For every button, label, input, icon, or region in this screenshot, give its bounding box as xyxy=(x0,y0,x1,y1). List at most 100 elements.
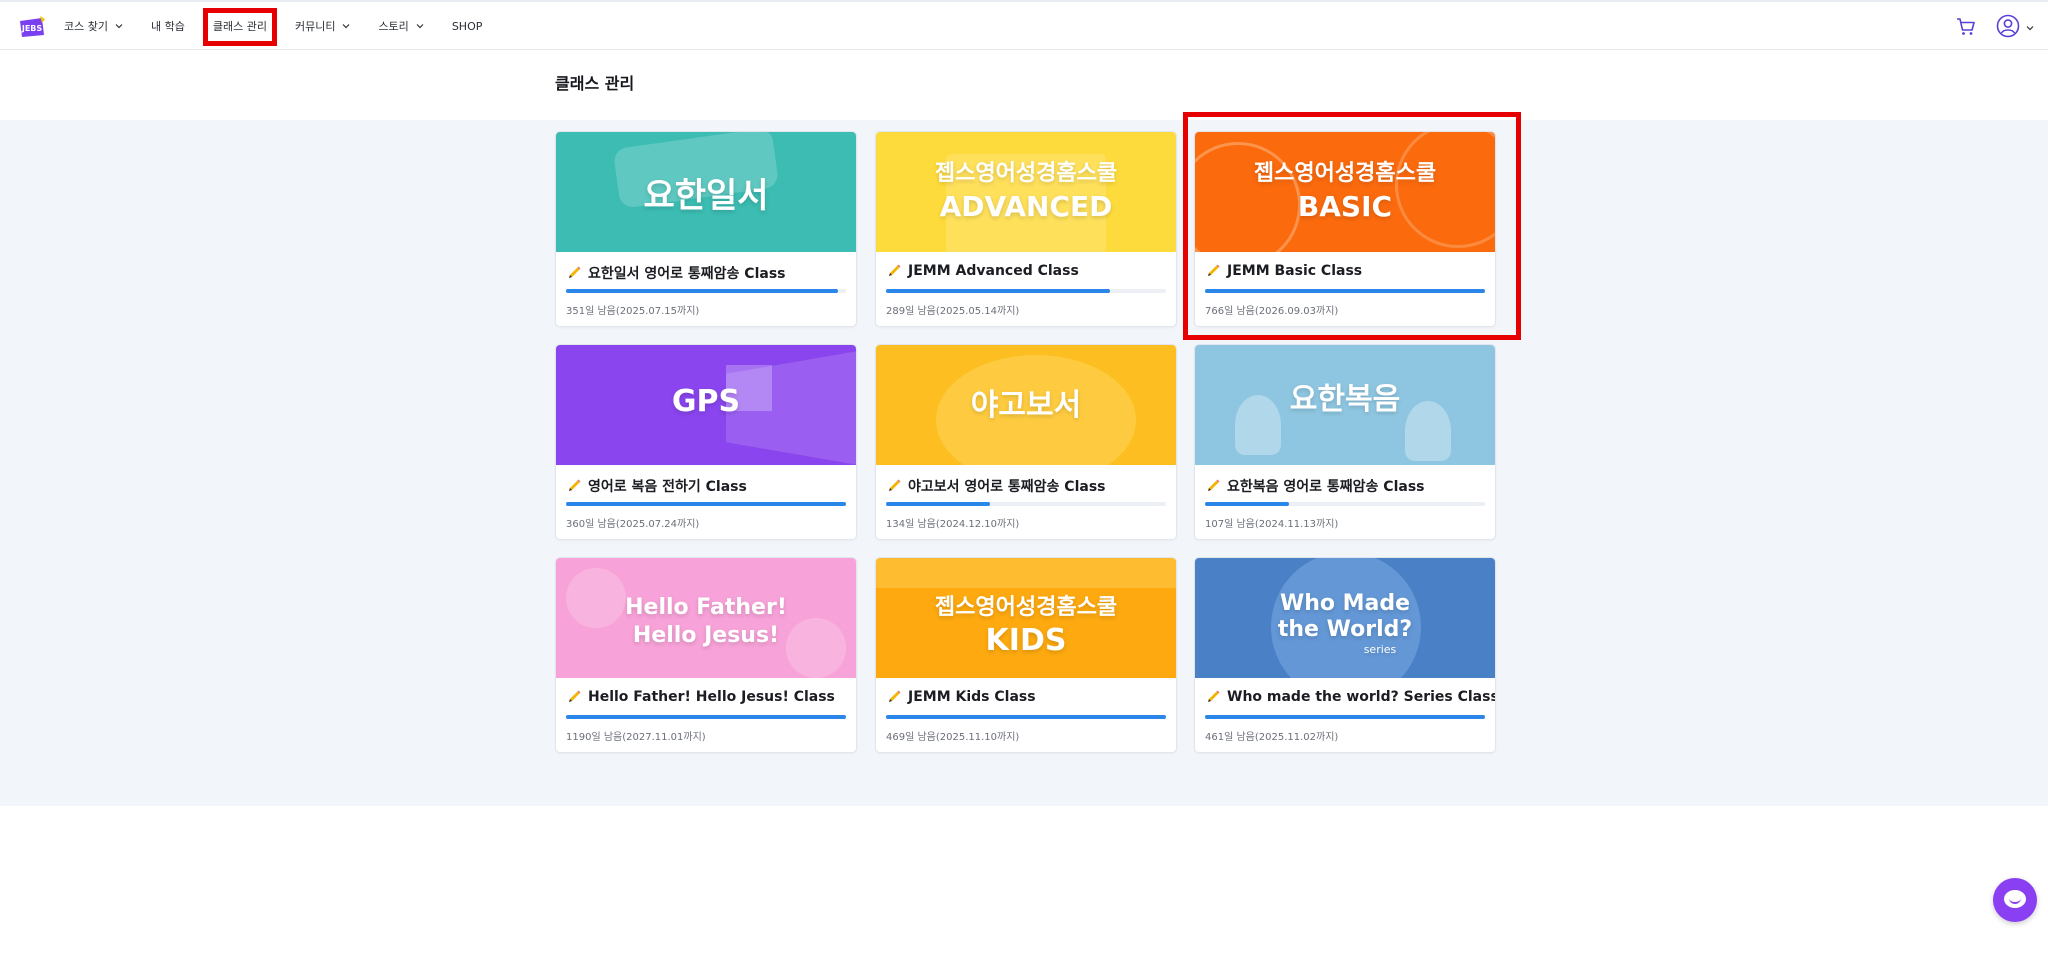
chevron-down-icon xyxy=(115,24,123,29)
nav-course-search[interactable]: 코스 찾기 xyxy=(64,2,123,50)
thumbnail-text: Who Made xyxy=(1279,591,1411,616)
remaining-days: 107일 남음(2024.11.13까지) xyxy=(1205,519,1339,530)
class-card[interactable]: 젭스영어성경홈스쿨 KIDS JEMM Kids Class 469일 남음(2… xyxy=(875,557,1177,753)
progress-bar xyxy=(566,289,846,293)
thumbnail-text: 요한복음 xyxy=(1289,382,1401,417)
class-thumbnail: 젭스영어성경홈스쿨 ADVANCED xyxy=(876,132,1176,252)
class-title-text: JEMM Basic Class xyxy=(1227,263,1363,279)
thumbnail-text: BASIC xyxy=(1297,190,1393,223)
class-title-text: JEMM Kids Class xyxy=(908,689,1036,705)
progress-bar xyxy=(1205,502,1485,506)
class-title: 영어로 복음 전하기 Class xyxy=(566,476,747,496)
thumbnail-text: Hello Jesus! xyxy=(632,623,780,648)
progress-bar xyxy=(1205,715,1485,719)
class-thumbnail: GPS xyxy=(556,345,856,465)
progress-fill xyxy=(1205,715,1485,719)
nav-my-learning-label: 내 학습 xyxy=(150,20,185,33)
class-title-text: 요한복음 영어로 통째암송 Class xyxy=(1227,479,1425,495)
page-title: 클래스 관리 xyxy=(555,74,635,93)
user-icon[interactable] xyxy=(1996,14,2020,38)
class-thumbnail: 요한일서 xyxy=(556,132,856,252)
jebs-logo[interactable]: JEBS xyxy=(18,15,46,39)
pencil-icon xyxy=(569,479,581,491)
class-card-grid: 요한일서 요한일서 영어로 통째암송 Class 351일 남음(2025.07… xyxy=(555,131,1497,755)
class-title: JEMM Advanced Class xyxy=(886,263,1079,279)
nav-class-management[interactable]: 클래스 관리 xyxy=(202,2,278,50)
chat-button[interactable] xyxy=(1993,878,2037,922)
thumbnail-text: the World? xyxy=(1277,617,1413,642)
class-title-text: 야고보서 영어로 통째암송 Class xyxy=(908,479,1106,495)
progress-bar xyxy=(566,715,846,719)
progress-bar xyxy=(566,502,846,506)
nav-community[interactable]: 커뮤니티 xyxy=(295,2,350,50)
thumbnail-text: ADVANCED xyxy=(939,190,1113,223)
class-thumbnail: 젭스영어성경홈스쿨 KIDS xyxy=(876,558,1176,678)
class-card[interactable]: 요한복음 요한복음 영어로 통째암송 Class 107일 남음(2024.11… xyxy=(1194,344,1496,540)
thumbnail-text: 젭스영어성경홈스쿨 xyxy=(934,595,1118,620)
remaining-days: 134일 남음(2024.12.10까지) xyxy=(886,519,1020,530)
remaining-days: 766일 남음(2026.09.03까지) xyxy=(1205,306,1339,317)
pencil-icon xyxy=(1208,264,1220,276)
class-thumbnail: 젭스영어성경홈스쿨 BASIC xyxy=(1195,132,1495,252)
class-card[interactable]: 젭스영어성경홈스쿨 ADVANCED JEMM Advanced Class 2… xyxy=(875,131,1177,327)
chevron-down-icon xyxy=(416,24,424,29)
class-thumbnail: Hello Father! Hello Jesus! xyxy=(556,558,856,678)
progress-fill xyxy=(1205,502,1289,506)
class-thumbnail: Who Made the World? series xyxy=(1195,558,1495,678)
class-title-text: Who made the world? Series Class xyxy=(1227,689,1496,705)
thumbnail-decoration xyxy=(1395,132,1495,248)
class-thumbnail: 요한복음 xyxy=(1195,345,1495,465)
svg-text:JEBS: JEBS xyxy=(21,24,43,33)
nav-story-label: 스토리 xyxy=(378,20,409,33)
thumbnail-text: 젭스영어성경홈스쿨 xyxy=(934,161,1118,186)
nav-course-search-label: 코스 찾기 xyxy=(64,20,108,33)
class-card[interactable]: 야고보서 야고보서 영어로 통째암송 Class 134일 남음(2024.12… xyxy=(875,344,1177,540)
class-title-text: 요한일서 영어로 통째암송 Class xyxy=(588,266,786,282)
progress-fill xyxy=(1205,289,1485,293)
progress-fill xyxy=(886,289,1110,293)
progress-bar xyxy=(886,289,1166,293)
nav-community-label: 커뮤니티 xyxy=(294,20,336,33)
class-title-text: 영어로 복음 전하기 Class xyxy=(588,479,747,495)
class-card[interactable]: Hello Father! Hello Jesus! Hello Father!… xyxy=(555,557,857,753)
thumbnail-text: Hello Father! xyxy=(625,595,787,620)
class-title-text: Hello Father! Hello Jesus! Class xyxy=(588,689,835,705)
remaining-days: 289일 남음(2025.05.14까지) xyxy=(886,306,1020,317)
nav-story[interactable]: 스토리 xyxy=(378,2,424,50)
progress-fill xyxy=(566,502,846,506)
class-title: JEMM Basic Class xyxy=(1205,263,1362,279)
progress-bar xyxy=(886,502,1166,506)
nav-my-learning[interactable]: 내 학습 xyxy=(151,2,185,50)
progress-bar xyxy=(1205,289,1485,293)
remaining-days: 461일 남음(2025.11.02까지) xyxy=(1205,732,1339,743)
thumbnail-text: 젭스영어성경홈스쿨 xyxy=(1253,161,1437,186)
remaining-days: 351일 남음(2025.07.15까지) xyxy=(566,306,700,317)
chevron-down-icon[interactable] xyxy=(2026,24,2034,32)
class-card[interactable]: 젭스영어성경홈스쿨 BASIC JEMM Basic Class 766일 남음… xyxy=(1194,131,1496,327)
top-navigation-bar: JEBS 코스 찾기 내 학습 클래스 관리 커뮤니티 스토리 SHOP xyxy=(0,0,2048,50)
thumbnail-text: 야고보서 xyxy=(970,388,1082,423)
progress-fill xyxy=(566,289,838,293)
class-title: 요한일서 영어로 통째암송 Class xyxy=(566,263,786,283)
class-title-text: JEMM Advanced Class xyxy=(908,263,1079,279)
nav-shop[interactable]: SHOP xyxy=(452,2,483,50)
progress-bar xyxy=(886,715,1166,719)
pencil-icon xyxy=(1208,479,1220,491)
class-card[interactable]: 요한일서 요한일서 영어로 통째암송 Class 351일 남음(2025.07… xyxy=(555,131,857,327)
pencil-icon xyxy=(889,690,901,702)
main-nav: 코스 찾기 내 학습 클래스 관리 커뮤니티 스토리 SHOP xyxy=(64,2,510,50)
pencil-icon xyxy=(889,479,901,491)
remaining-days: 360일 남음(2025.07.24까지) xyxy=(566,519,700,530)
chevron-down-icon xyxy=(343,24,350,29)
class-title: Who made the world? Series Class xyxy=(1205,689,1496,705)
cart-icon[interactable] xyxy=(1956,17,1976,37)
remaining-days: 469일 남음(2025.11.10까지) xyxy=(886,732,1020,743)
thumbnail-text: KIDS xyxy=(985,623,1067,658)
thumbnail-text: 요한일서 xyxy=(643,176,769,216)
progress-fill xyxy=(566,715,846,719)
class-card[interactable]: Who Made the World? series Who made the … xyxy=(1194,557,1496,753)
thumbnail-text: GPS xyxy=(671,384,741,419)
class-card[interactable]: GPS 영어로 복음 전하기 Class 360일 남음(2025.07.24까… xyxy=(555,344,857,540)
pencil-icon xyxy=(569,266,581,278)
class-title: Hello Father! Hello Jesus! Class xyxy=(566,689,835,705)
